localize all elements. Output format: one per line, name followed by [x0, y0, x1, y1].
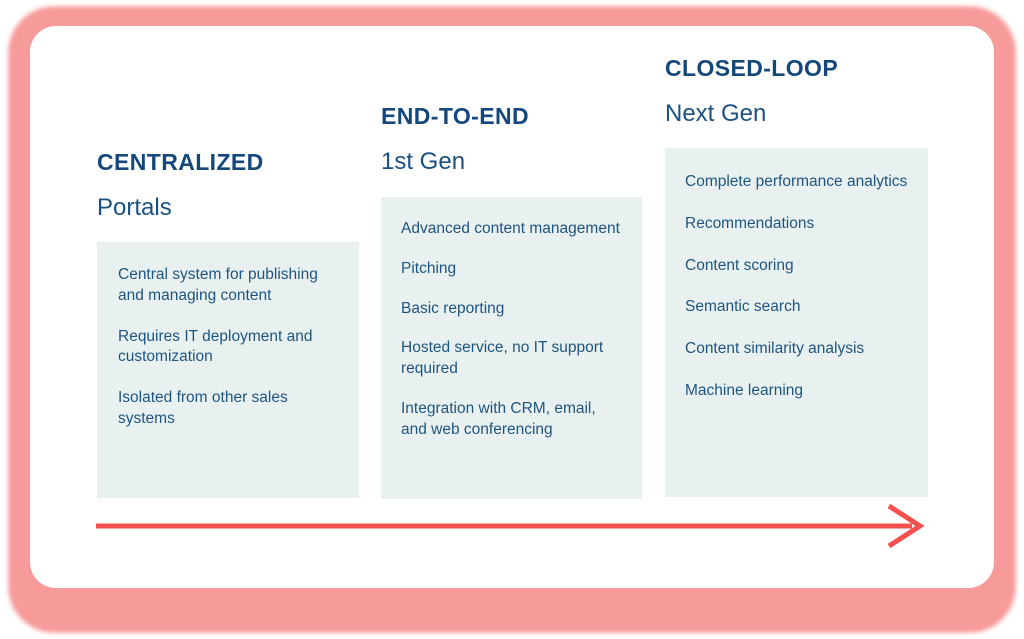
- list-item: Recommendations: [685, 214, 815, 232]
- list-item: Content scoring: [685, 256, 794, 274]
- column-2-heading: END-TO-END: [381, 103, 529, 129]
- list-item: Advanced content management: [401, 219, 620, 237]
- maturity-stage-column-2: END-TO-END 1st Gen Advanced content mana…: [381, 103, 642, 499]
- list-item: Requires IT deployment and customization: [118, 327, 313, 366]
- list-item: Central system for publishing and managi…: [118, 265, 318, 304]
- column-1-feature-list: Central system for publishing and managi…: [118, 265, 338, 431]
- list-item: Machine learning: [685, 382, 804, 400]
- column-3-heading: CLOSED-LOOP: [665, 55, 839, 81]
- column-2-subtitle: 1st Gen: [381, 148, 466, 176]
- list-item: Hosted service, no IT support required: [401, 339, 604, 378]
- column-3-feature-box: Complete performance analytics Recommend…: [665, 147, 928, 497]
- column-1-heading: CENTRALIZED: [97, 149, 264, 175]
- diagram-canvas: CENTRALIZED Portals Central system for p…: [0, 0, 1024, 639]
- maturity-stage-column-1: CENTRALIZED Portals Central system for p…: [97, 149, 359, 498]
- column-3-subtitle: Next Gen: [665, 100, 767, 128]
- list-item: Semantic search: [685, 298, 801, 316]
- list-item: Complete performance analytics: [685, 172, 908, 190]
- list-item: Pitching: [401, 259, 457, 277]
- list-item: Integration with CRM, email, and web con…: [401, 400, 596, 439]
- maturity-stage-column-3: CLOSED-LOOP Next Gen Complete performanc…: [665, 55, 928, 497]
- column-1-feature-box: Central system for publishing and managi…: [97, 241, 359, 498]
- column-2-feature-box: Advanced content management Pitching Bas…: [381, 196, 642, 499]
- list-item: Basic reporting: [401, 299, 505, 317]
- list-item: Isolated from other sales systems: [118, 389, 288, 428]
- column-2-feature-list: Advanced content management Pitching Bas…: [401, 219, 622, 441]
- progression-arrow-icon: [96, 503, 925, 549]
- column-3-feature-list: Complete performance analytics Recommend…: [685, 172, 908, 403]
- column-1-subtitle: Portals: [97, 194, 172, 222]
- list-item: Content similarity analysis: [685, 340, 865, 358]
